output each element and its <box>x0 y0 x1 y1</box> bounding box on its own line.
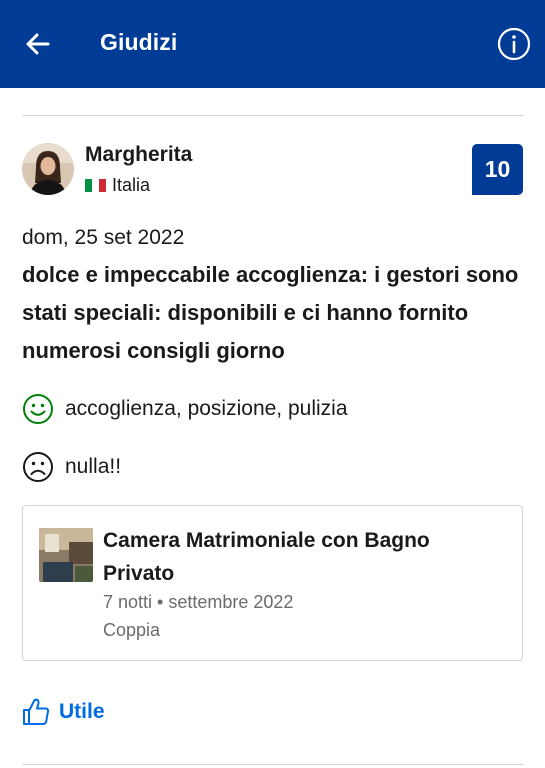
review-date: dom, 25 set 2022 <box>22 226 185 249</box>
app-bar: Giudizi <box>0 0 545 88</box>
thumbs-up-icon <box>23 698 50 725</box>
info-button[interactable] <box>496 26 532 62</box>
room-thumbnail <box>39 528 93 582</box>
review-title: dolce e impeccabile accoglienza: i gesto… <box>22 262 519 363</box>
info-circle-icon <box>497 27 531 61</box>
negative-comment: nulla!! <box>22 451 121 483</box>
positive-text: accoglienza, posizione, pulizia <box>65 397 348 420</box>
negative-text: nulla!! <box>65 455 122 478</box>
back-button[interactable] <box>20 26 58 62</box>
room-info-card[interactable]: Camera Matrimoniale con Bagno Privato 7 … <box>22 505 523 661</box>
italy-flag-icon <box>85 178 106 192</box>
positive-comment: accoglienza, posizione, pulizia <box>22 393 348 425</box>
page-title: Giudizi <box>100 29 178 55</box>
reviewer-country: Italia <box>85 174 150 196</box>
score-badge: 10 <box>472 144 523 195</box>
avatar <box>22 143 74 195</box>
smiley-happy-icon <box>23 394 53 424</box>
traveler-type: Coppia <box>103 620 161 640</box>
bottom-divider <box>22 764 523 765</box>
smiley-sad-icon <box>23 452 53 482</box>
helpful-button[interactable]: Utile <box>22 697 105 727</box>
helpful-label: Utile <box>59 700 105 723</box>
room-name: Camera Matrimoniale con Bagno Privato <box>103 529 430 585</box>
arrow-left-icon <box>26 33 50 55</box>
reviewer-name: Margherita <box>85 143 193 166</box>
top-divider <box>22 115 523 116</box>
country-label: Italia <box>112 174 151 195</box>
stay-details: 7 notti • settembre 2022 <box>103 592 294 612</box>
